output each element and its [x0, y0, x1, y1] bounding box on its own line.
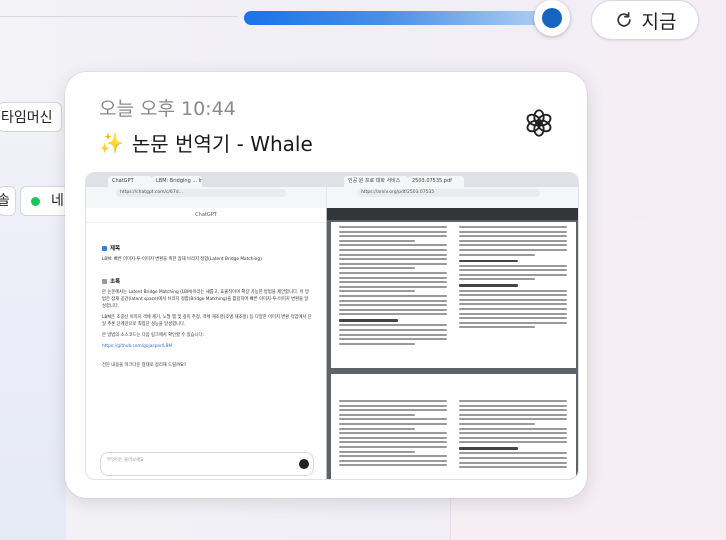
thumb-tab: LBM: Bridging ... Image... [152, 176, 202, 187]
card-title: ✨ 논문 번역기 - Whale [99, 128, 313, 157]
thumb-paragraph: LBM은 초광선 이미지 객체 제거, 노멀 맵 및 깊이 추정, 객체 재조명… [102, 315, 312, 327]
send-icon [299, 459, 309, 469]
thumb-paragraph: LBM: 빠른 이미지-투-이미지 변환을 위한 잠재 브리지 정합(Laten… [102, 257, 262, 262]
thumb-link: https://github.com/gojasper/LBM [102, 344, 173, 349]
timeline-slider-thumb[interactable] [534, 0, 570, 36]
thumb-url: https://chatgpt.com/c/67d... [116, 189, 286, 197]
thumb-chat-body: 제목 LBM: 빠른 이미지-투-이미지 변환을 위한 잠재 브리지 정합(La… [102, 236, 312, 369]
now-button-label: 지금 [641, 11, 677, 33]
chip-time-machine[interactable]: 타임머신 [0, 102, 62, 132]
timeline-slider[interactable] [244, 11, 558, 25]
thumb-footer-text: 전문 내용을 마크다운 형태로 정리해 드릴까요? [102, 363, 187, 368]
openai-icon [526, 109, 552, 137]
card-title-text: 논문 번역기 - Whale [131, 132, 313, 156]
thumb-section-title: 초록 [102, 277, 312, 285]
green-dot-icon [31, 197, 40, 206]
thumb-pdf-pane [327, 208, 578, 479]
background-left [0, 84, 66, 540]
sparkle-icon: ✨ [99, 130, 124, 155]
thumb-chat-header: ChatGPT [86, 208, 326, 223]
thumb-pdf-toolbar [327, 208, 578, 220]
now-button[interactable]: 지금 [591, 0, 699, 40]
thumb-tab: ChatGPT [108, 176, 152, 187]
chip-partial[interactable]: 솔 [0, 186, 16, 216]
thumb-tab: 인공 원 프로 대화 서비스 [344, 176, 408, 187]
thumb-url: https://arxiv.org/pdf/2503.07535 [357, 189, 540, 197]
thumb-chat-pane: ChatGPT 제목 LBM: 빠른 이미지-투-이미지 변환을 위한 잠재 브… [86, 208, 327, 479]
thumb-pdf-page [331, 222, 576, 368]
thumb-chat-input: 무엇이든 물어보세요 [100, 452, 314, 476]
thumb-input-placeholder: 무엇이든 물어보세요 [107, 458, 144, 463]
thumb-address-bar: https://chatgpt.com/c/67d... [86, 187, 326, 199]
thumb-address-bar: https://arxiv.org/pdf/2503.07535 [327, 187, 578, 199]
thumb-tabbar: ChatGPT LBM: Bridging ... Image... 인공 원 … [86, 173, 578, 187]
timeline-divider [0, 16, 238, 17]
thumb-pdf-page [331, 374, 576, 479]
card-time: 오늘 오후 10:44 [99, 98, 236, 120]
screenshot-thumbnail[interactable]: ChatGPT LBM: Bridging ... Image... 인공 원 … [85, 172, 579, 480]
history-card[interactable]: 오늘 오후 10:44 ✨ 논문 번역기 - Whale ChatGPT LBM… [65, 72, 587, 498]
thumb-paragraph: 본 논문에서는 Latent Bridge Matching (LBM)이라는 … [102, 290, 309, 309]
thumb-tab: 2503.07535.pdf [408, 176, 464, 187]
thumb-paragraph: 본 방법의 소스코드는 다음 링크에서 확인할 수 있습니다: [102, 333, 204, 338]
refresh-icon [616, 12, 631, 27]
thumb-section-title: 제목 [102, 244, 312, 252]
